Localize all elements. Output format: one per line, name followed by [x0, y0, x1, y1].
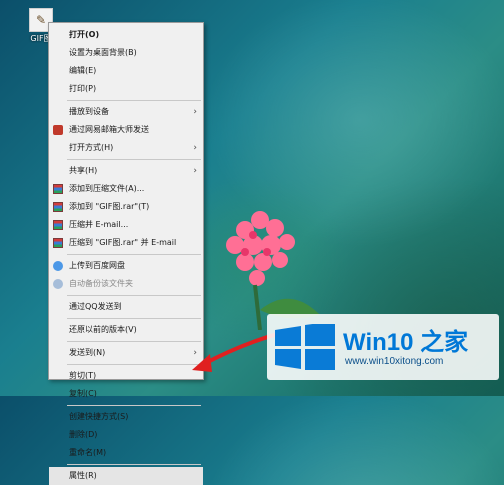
menu-separator — [67, 254, 201, 255]
menu-item-copy[interactable]: 复制(C) — [49, 385, 203, 403]
menu-item-set-wallpaper-label: 设置为桌面背景(B) — [69, 48, 137, 57]
menu-item-compress-rar-email-label: 压缩到 "GIF图.rar" 并 E-mail — [69, 238, 177, 247]
menu-item-open-label: 打开(O) — [69, 30, 100, 39]
flower-wallpaper-image — [226, 211, 320, 330]
menu-item-cast-label: 播放到设备 — [69, 107, 109, 116]
menu-item-copy-label: 复制(C) — [69, 389, 97, 398]
menu-item-share-label: 共享(H) — [69, 166, 98, 175]
menu-item-restore-label: 还原以前的版本(V) — [69, 325, 137, 334]
menu-item-compress-email-label: 压缩并 E-mail... — [69, 220, 129, 229]
menu-item-open-with-label: 打开方式(H) — [69, 143, 114, 152]
menu-item-rename[interactable]: 重命名(M) — [49, 444, 203, 462]
menu-item-rename-label: 重命名(M) — [69, 448, 107, 457]
menu-separator — [67, 405, 201, 406]
netease-mail-icon — [53, 125, 63, 135]
menu-item-open-with[interactable]: 打开方式(H) › — [49, 139, 203, 157]
menu-item-delete[interactable]: 删除(D) — [49, 426, 203, 444]
menu-item-send-qq-label: 通过QQ发送到 — [69, 302, 122, 311]
win10-watermark: Win10 之家 www.win10xitong.com — [267, 314, 499, 380]
windows-logo-icon — [275, 324, 335, 370]
menu-item-properties[interactable]: 属性(R) — [49, 467, 203, 485]
menu-item-add-to-archive[interactable]: 添加到压缩文件(A)... — [49, 180, 203, 198]
submenu-arrow-icon: › — [193, 166, 197, 176]
menu-item-edit-label: 编辑(E) — [69, 66, 97, 75]
baidu-cloud-icon — [53, 279, 63, 289]
menu-item-upload-baidu-label: 上传到百度网盘 — [69, 261, 125, 270]
menu-item-compress-rar-email[interactable]: 压缩到 "GIF图.rar" 并 E-mail — [49, 234, 203, 252]
menu-separator — [67, 464, 201, 465]
menu-separator — [67, 100, 201, 101]
menu-item-cut-label: 剪切(T) — [69, 371, 97, 380]
menu-separator — [67, 295, 201, 296]
menu-item-compress-email[interactable]: 压缩并 E-mail... — [49, 216, 203, 234]
menu-item-share[interactable]: 共享(H) › — [49, 162, 203, 180]
winrar-icon — [53, 184, 63, 194]
menu-item-add-rar-label: 添加到 "GIF图.rar"(T) — [69, 202, 150, 211]
baidu-cloud-icon — [53, 261, 63, 271]
menu-item-send-to-label: 发送到(N) — [69, 348, 106, 357]
menu-item-create-shortcut[interactable]: 创建快捷方式(S) — [49, 408, 203, 426]
watermark-url: www.win10xitong.com — [345, 356, 444, 367]
menu-item-netease-label: 通过网易邮箱大师发送 — [69, 125, 149, 134]
menu-item-auto-backup-label: 自动备份该文件夹 — [69, 279, 133, 288]
menu-item-edit[interactable]: 编辑(E) — [49, 62, 203, 80]
menu-separator — [67, 159, 201, 160]
menu-item-auto-backup: 自动备份该文件夹 — [49, 275, 203, 293]
menu-item-open[interactable]: 打开(O) — [49, 26, 203, 44]
menu-item-print[interactable]: 打印(P) — [49, 80, 203, 98]
menu-item-properties-label: 属性(R) — [69, 471, 97, 480]
menu-item-upload-baidu[interactable]: 上传到百度网盘 — [49, 257, 203, 275]
menu-item-set-wallpaper[interactable]: 设置为桌面背景(B) — [49, 44, 203, 62]
menu-item-print-label: 打印(P) — [69, 84, 97, 93]
menu-item-shortcut-label: 创建快捷方式(S) — [69, 412, 129, 421]
winrar-icon — [53, 220, 63, 230]
watermark-brand: Win10 之家 — [343, 329, 469, 356]
menu-item-add-archive-label: 添加到压缩文件(A)... — [69, 184, 145, 193]
menu-item-cast-to-device[interactable]: 播放到设备 › — [49, 103, 203, 121]
menu-item-add-to-rar[interactable]: 添加到 "GIF图.rar"(T) — [49, 198, 203, 216]
menu-item-netease-mail[interactable]: 通过网易邮箱大师发送 — [49, 121, 203, 139]
winrar-icon — [53, 238, 63, 248]
submenu-arrow-icon: › — [193, 143, 197, 153]
menu-item-delete-label: 删除(D) — [69, 430, 98, 439]
winrar-icon — [53, 202, 63, 212]
submenu-arrow-icon: › — [193, 107, 197, 117]
